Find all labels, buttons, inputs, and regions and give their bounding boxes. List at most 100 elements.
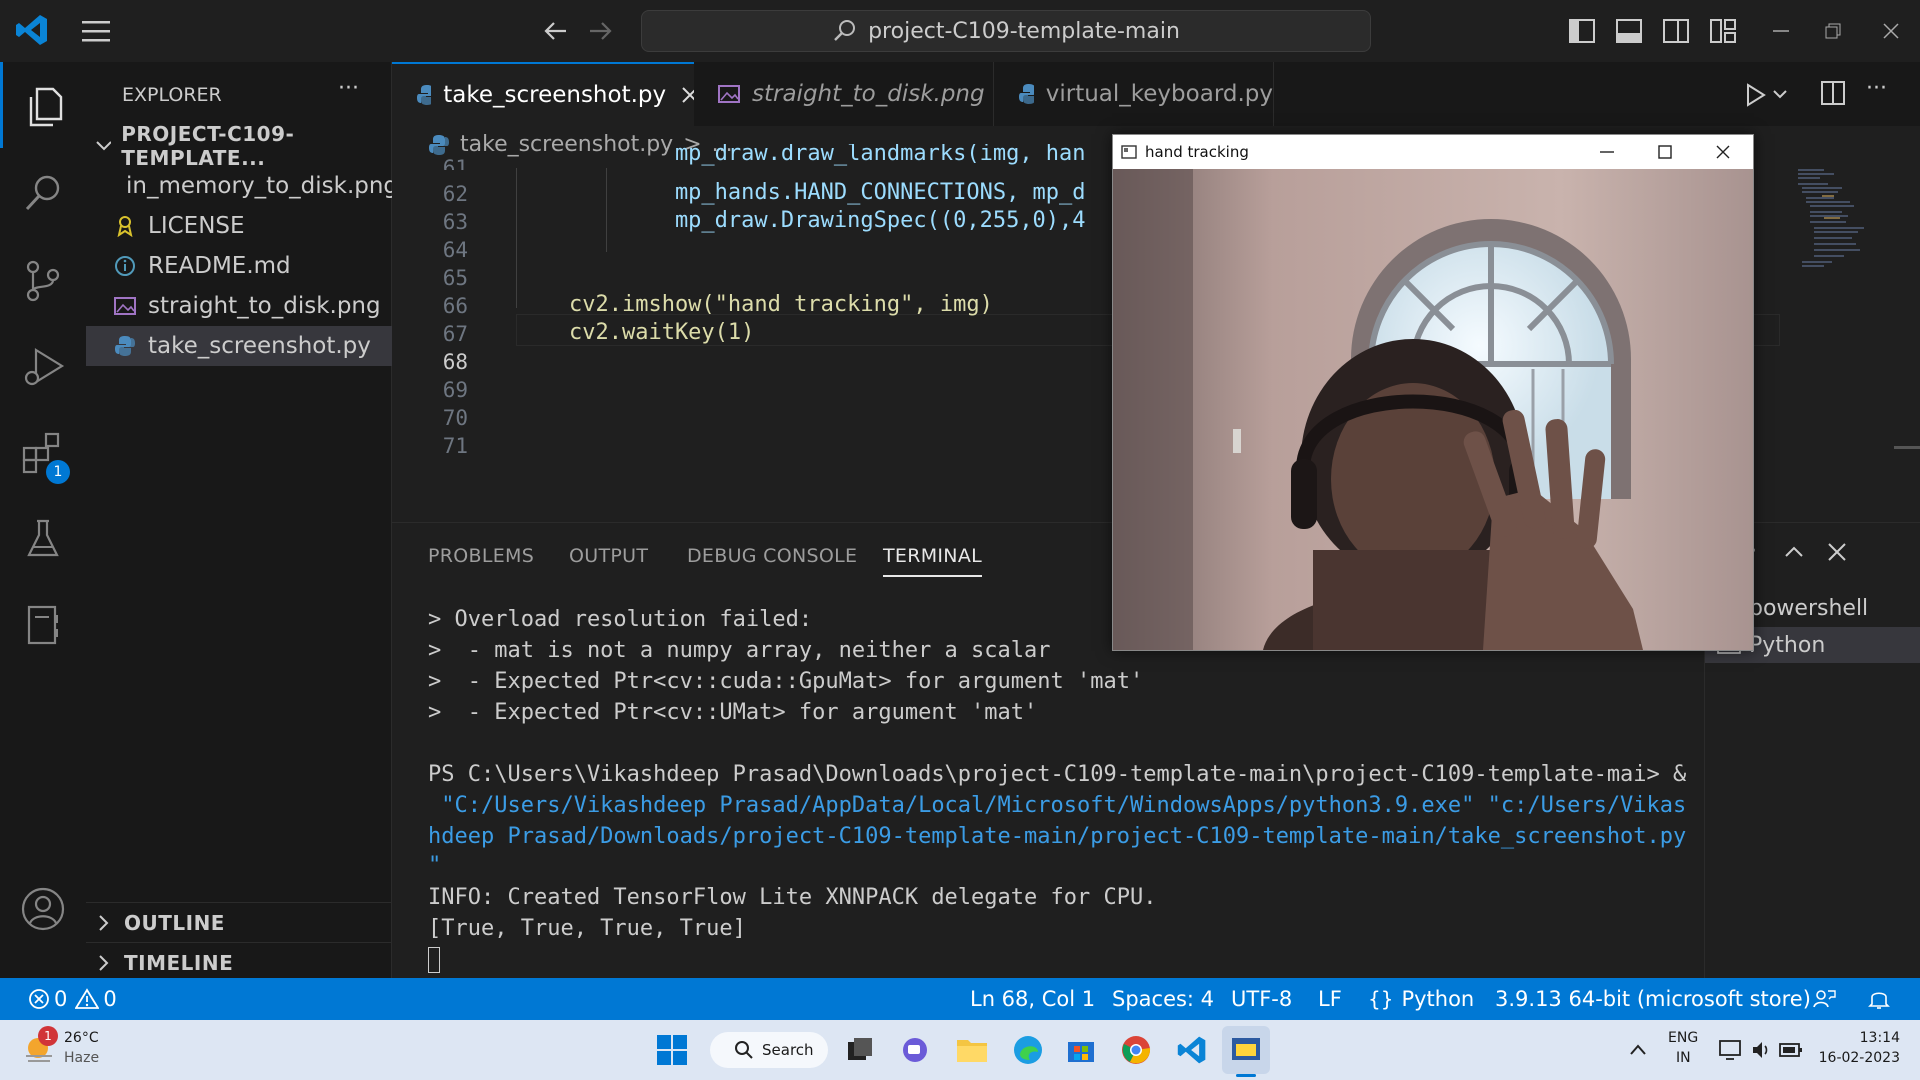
panel-tab-output[interactable]: OUTPUT	[569, 545, 648, 567]
search-view-icon[interactable]	[0, 150, 86, 236]
explorer-icon[interactable]	[0, 62, 86, 148]
hand-window-maximize-icon[interactable]	[1655, 142, 1675, 162]
panel-tab-problems[interactable]: PROBLEMS	[428, 545, 534, 567]
terminal-line: > - Expected Ptr<cv::UMat> for argument …	[428, 700, 1038, 725]
tab-straight-to-disk[interactable]: straight_to_disk.png	[694, 62, 994, 126]
terminal-line: [True, True, True, True]	[428, 916, 746, 941]
timeline-section[interactable]: TIMELINE	[86, 943, 392, 983]
language-indicator[interactable]: ENG	[1668, 1030, 1698, 1046]
edge-browser-icon[interactable]	[1012, 1034, 1044, 1070]
title-bar: project-C109-template-main	[0, 0, 1920, 62]
hand-window-titlebar[interactable]: hand tracking	[1113, 135, 1753, 169]
file-item-license[interactable]: LICENSE	[86, 206, 392, 246]
clock-date: 16-02-2023	[1818, 1050, 1900, 1066]
terminal-cursor	[428, 947, 440, 973]
panel-tab-debug-console[interactable]: DEBUG CONSOLE	[687, 545, 857, 567]
indentation-status[interactable]: Spaces: 4	[1112, 978, 1214, 1020]
code-line-63: mp_draw.DrawingSpec((0,255,0),4	[516, 208, 1086, 233]
python-interpreter[interactable]: 3.9.13 64-bit (microsoft store)	[1495, 978, 1811, 1020]
line-number: 63	[442, 210, 468, 234]
tab-label: take_screenshot.py	[443, 82, 667, 108]
status-bar: 0 0 Ln 68, Col 1 Spaces: 4 UTF-8 LF {} P…	[0, 978, 1920, 1020]
toggle-panel-icon[interactable]	[1612, 14, 1646, 48]
code-line-66: cv2.imshow("hand tracking", img)	[516, 292, 993, 317]
notebook-icon[interactable]	[0, 582, 86, 668]
hand-window-close-icon[interactable]	[1713, 142, 1733, 162]
weather-badge: 1	[38, 1026, 58, 1046]
toggle-secondary-sidebar-icon[interactable]	[1659, 14, 1693, 48]
license-file-icon	[117, 216, 133, 237]
hand-window-title: hand tracking	[1145, 143, 1249, 161]
chrome-icon[interactable]	[1120, 1034, 1152, 1070]
close-window-icon[interactable]	[1874, 14, 1908, 48]
more-actions-icon[interactable]: ···	[1866, 76, 1887, 101]
line-number: 62	[442, 182, 468, 206]
code-line-62: mp_hands.HAND_CONNECTIONS, mp_d	[516, 180, 1086, 205]
menu-icon[interactable]	[80, 18, 112, 48]
toggle-primary-sidebar-icon[interactable]	[1565, 14, 1599, 48]
feedback-icon[interactable]	[1812, 978, 1836, 1020]
clock-time[interactable]: 13:14	[1818, 1030, 1900, 1046]
problems-status[interactable]: 0 0	[28, 978, 117, 1020]
panel-tab-terminal[interactable]: TERMINAL	[883, 545, 983, 577]
sidebar-more-actions[interactable]: ···	[338, 76, 359, 101]
file-item-straight[interactable]: straight_to_disk.png	[86, 286, 392, 326]
back-arrow-icon[interactable]	[540, 16, 570, 50]
hand-window-minimize-icon[interactable]	[1597, 142, 1617, 162]
weather-widget[interactable]: 1	[22, 1026, 62, 1070]
task-view-icon[interactable]	[846, 1036, 874, 1068]
language-mode[interactable]: {} Python	[1368, 978, 1474, 1020]
run-and-debug-icon[interactable]	[0, 324, 86, 410]
extensions-badge: 1	[46, 460, 70, 484]
start-button-icon[interactable]	[656, 1034, 688, 1070]
project-folder[interactable]: PROJECT-C109-TEMPLATE...	[86, 122, 392, 170]
minimap[interactable]	[1794, 166, 1884, 286]
tab-take-screenshot[interactable]: take_screenshot.py	[392, 62, 694, 126]
testing-icon[interactable]	[0, 496, 86, 582]
file-item-in-memory[interactable]: in_memory_to_disk.png	[86, 166, 398, 206]
tab-virtual-keyboard[interactable]: virtual_keyboard.py	[994, 62, 1274, 126]
notifications-bell-icon[interactable]	[1868, 978, 1890, 1020]
split-editor-icon[interactable]	[1820, 80, 1846, 110]
command-center-search[interactable]: project-C109-template-main	[641, 10, 1371, 52]
hand-tracking-window[interactable]: hand tracking	[1112, 134, 1754, 651]
account-icon[interactable]	[0, 866, 86, 952]
volume-icon[interactable]	[1750, 1038, 1774, 1066]
network-icon[interactable]	[1718, 1038, 1744, 1066]
cursor-position[interactable]: Ln 68, Col 1	[970, 978, 1095, 1020]
search-text: project-C109-template-main	[868, 18, 1180, 44]
terminal-item-label: Python	[1749, 632, 1826, 658]
outline-section[interactable]: OUTLINE	[86, 903, 392, 943]
file-explorer-icon[interactable]	[956, 1034, 988, 1068]
vscode-logo-icon[interactable]	[14, 12, 50, 52]
outline-label: OUTLINE	[124, 911, 225, 935]
forward-arrow-icon[interactable]	[586, 16, 616, 50]
info-file-icon	[115, 256, 135, 276]
file-item-readme[interactable]: README.md	[86, 246, 392, 286]
run-python-file-icon[interactable]	[1744, 82, 1790, 112]
battery-icon[interactable]	[1778, 1038, 1804, 1066]
customize-layout-icon[interactable]	[1706, 14, 1740, 48]
microsoft-store-icon[interactable]	[1066, 1034, 1096, 1068]
maximize-panel-icon[interactable]	[1782, 541, 1806, 567]
chat-icon[interactable]	[900, 1036, 930, 1070]
python-window-taskbar-icon[interactable]	[1222, 1026, 1270, 1074]
project-folder-label: PROJECT-C109-TEMPLATE...	[121, 122, 295, 170]
python-file-icon	[429, 134, 449, 155]
file-label: in_memory_to_disk.png	[126, 173, 399, 199]
show-hidden-icons-icon[interactable]	[1628, 1040, 1648, 1064]
close-tab-icon[interactable]	[680, 85, 694, 105]
file-item-take-screenshot[interactable]: take_screenshot.py	[86, 326, 392, 366]
error-count: 0	[54, 987, 68, 1011]
close-panel-icon[interactable]	[1826, 541, 1848, 567]
taskbar-search[interactable]: Search	[710, 1032, 828, 1068]
eol-status[interactable]: LF	[1318, 978, 1342, 1020]
scrollbar-marker	[1894, 446, 1920, 449]
extensions-icon[interactable]: 1	[0, 410, 86, 496]
vscode-taskbar-icon[interactable]	[1176, 1034, 1208, 1070]
encoding-status[interactable]: UTF-8	[1231, 978, 1292, 1020]
timeline-label: TIMELINE	[124, 951, 234, 975]
restore-icon[interactable]	[1816, 14, 1850, 48]
minimize-icon[interactable]	[1764, 14, 1798, 48]
source-control-icon[interactable]	[0, 238, 86, 324]
